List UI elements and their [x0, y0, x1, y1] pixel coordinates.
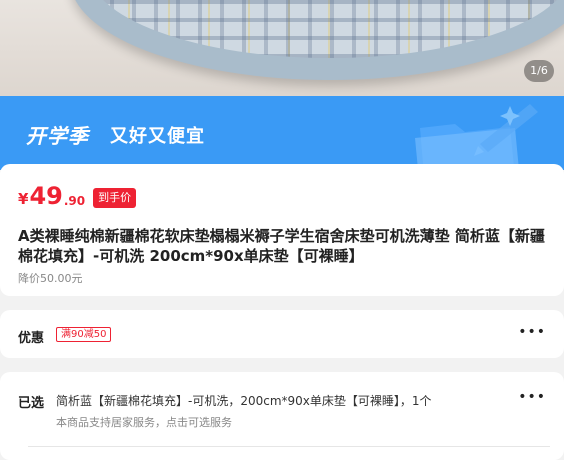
coupon-badge: 满90减50 — [56, 327, 112, 342]
price: ¥ 49 .90 到手价 — [18, 182, 137, 210]
price-drop-text: 降价50.00元 — [18, 272, 83, 285]
banner-title: 开学季 — [26, 124, 89, 148]
price-card: ¥ 49 .90 到手价 A类裸睡纯棉新疆棉花软床垫榻榻米褥子学生宿舍床垫可机洗… — [0, 164, 564, 296]
selected-spec-value: 简析蓝【新疆棉花填充】-可机洗，200cm*90x单床垫【可裸睡】，1个 — [56, 394, 432, 408]
selected-label: 已选 — [18, 396, 45, 411]
product-title: A类裸睡纯棉新疆棉花软床垫榻榻米褥子学生宿舍床垫可机洗薄垫 简析蓝【新疆棉花填充… — [18, 227, 545, 265]
selected-spec-row[interactable]: 已选 简析蓝【新疆棉花填充】-可机洗，200cm*90x单床垫【可裸睡】，1个 … — [0, 372, 564, 460]
product-image-gallery[interactable]: 1/6 — [0, 0, 564, 96]
discount-row[interactable]: 优惠 满90减50 ••• — [0, 310, 564, 358]
product-detail-page: 1/6 开学季 又好又便宜 ¥ 49 .90 到手价 A类裸睡纯棉新疆棉花软床垫… — [0, 0, 564, 460]
product-image — [70, 0, 564, 80]
price-decimal: .90 — [63, 194, 86, 208]
more-dots-icon[interactable]: ••• — [518, 389, 546, 405]
price-integer: 49 — [29, 182, 63, 210]
final-price-badge: 到手价 — [93, 188, 137, 208]
divider — [28, 446, 550, 447]
service-hint[interactable]: 本商品支持居家服务，点击可选服务 — [56, 414, 232, 430]
promo-banner[interactable]: 开学季 又好又便宜 — [0, 96, 564, 170]
discount-label: 优惠 — [18, 331, 45, 346]
folder-pencil-icon — [415, 104, 538, 168]
price-currency: ¥ — [18, 190, 29, 208]
image-counter: 1/6 — [524, 60, 554, 82]
banner-subtitle: 又好又便宜 — [110, 126, 205, 147]
more-dots-icon[interactable]: ••• — [518, 324, 546, 340]
